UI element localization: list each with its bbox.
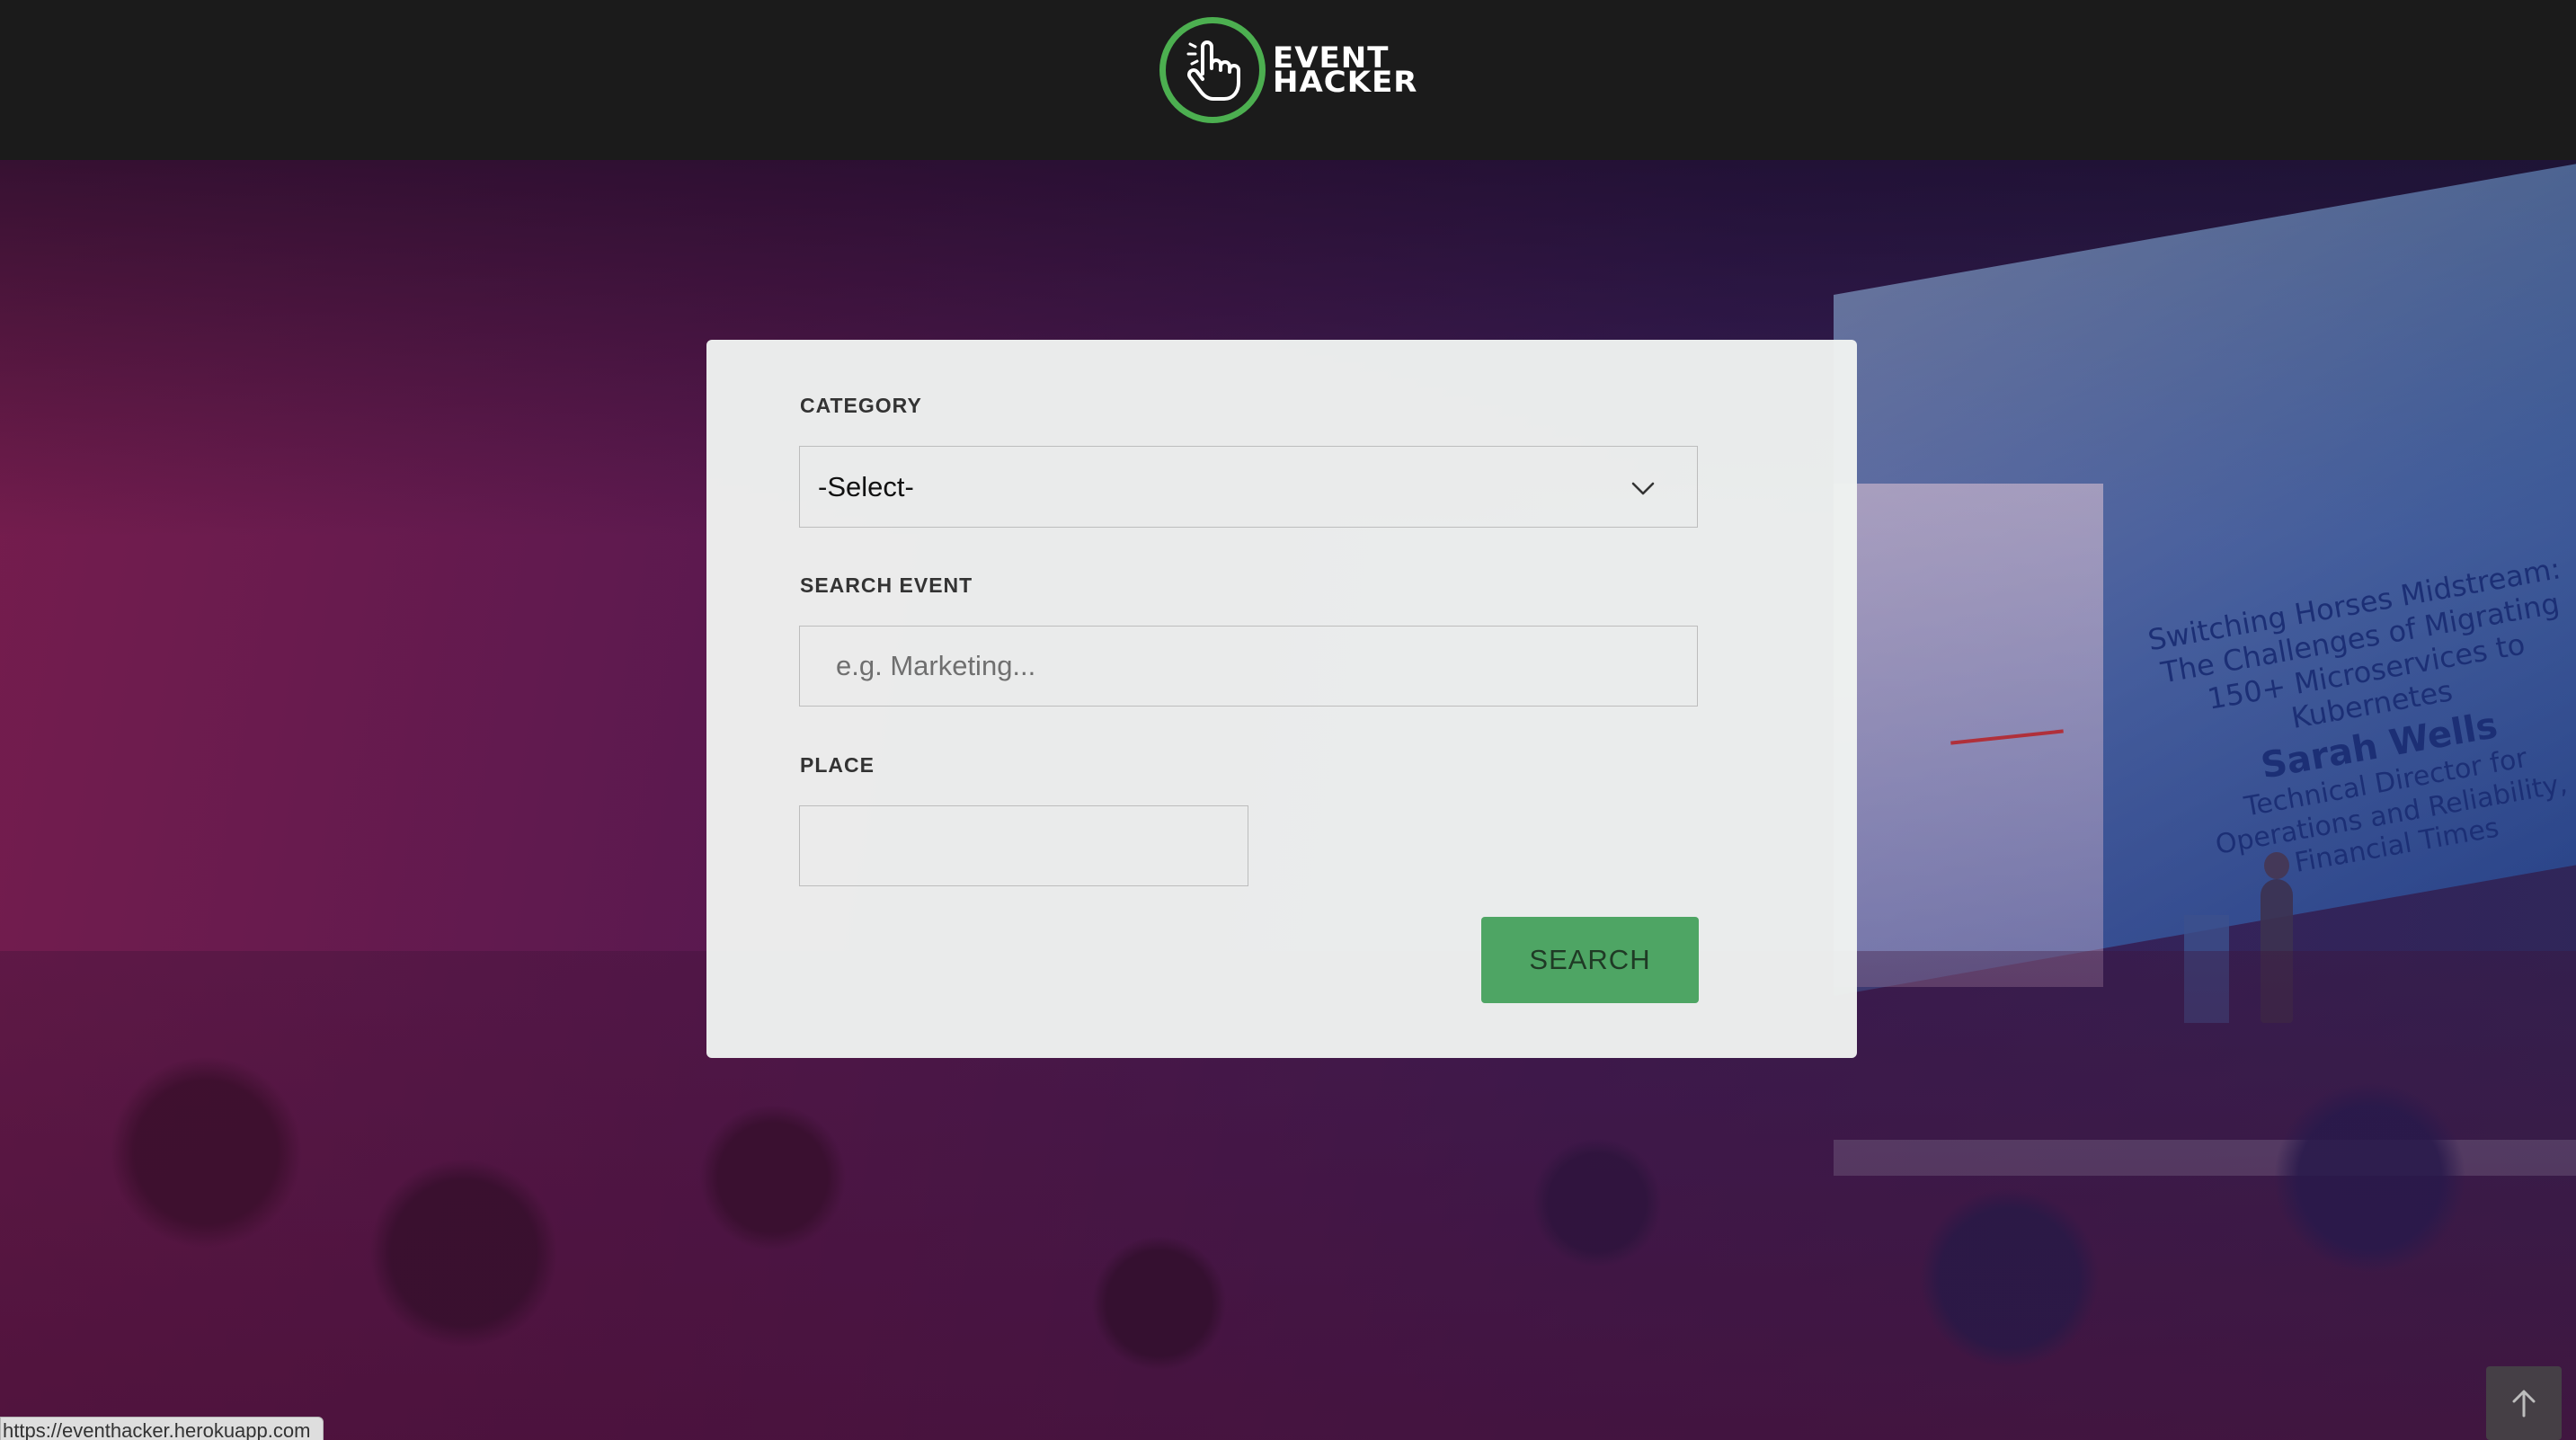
category-label: CATEGORY: [800, 394, 922, 417]
stage-side-screen: [1834, 484, 2103, 987]
place-input[interactable]: [799, 805, 1248, 886]
logo-line-2: HACKER: [1273, 65, 1418, 100]
site-header: EVENT HACKER: [0, 0, 2576, 160]
logo-wordmark: EVENT HACKER: [1273, 44, 1418, 100]
page: EVENT HACKER Switching Horses Midstream:…: [0, 0, 2576, 1440]
hand-pointer-icon: [1159, 17, 1266, 123]
place-label: PLACE: [800, 753, 875, 777]
arrow-up-icon: [2512, 1390, 2536, 1418]
status-bar-url: https://eventhacker.herokuapp.com: [0, 1417, 324, 1440]
search-button[interactable]: SEARCH: [1481, 917, 1699, 1003]
search-event-label: SEARCH EVENT: [800, 573, 973, 597]
back-to-top-button[interactable]: [2486, 1366, 2562, 1440]
site-logo[interactable]: EVENT HACKER: [1159, 15, 1420, 125]
search-event-input[interactable]: [799, 626, 1698, 707]
category-select[interactable]: -Select-: [799, 446, 1698, 528]
category-selected-value: -Select-: [818, 470, 914, 502]
event-search-form: CATEGORY -Select- SEARCH EVENT PLACE SEA…: [706, 340, 1857, 1058]
chevron-down-icon: [1631, 482, 1655, 495]
